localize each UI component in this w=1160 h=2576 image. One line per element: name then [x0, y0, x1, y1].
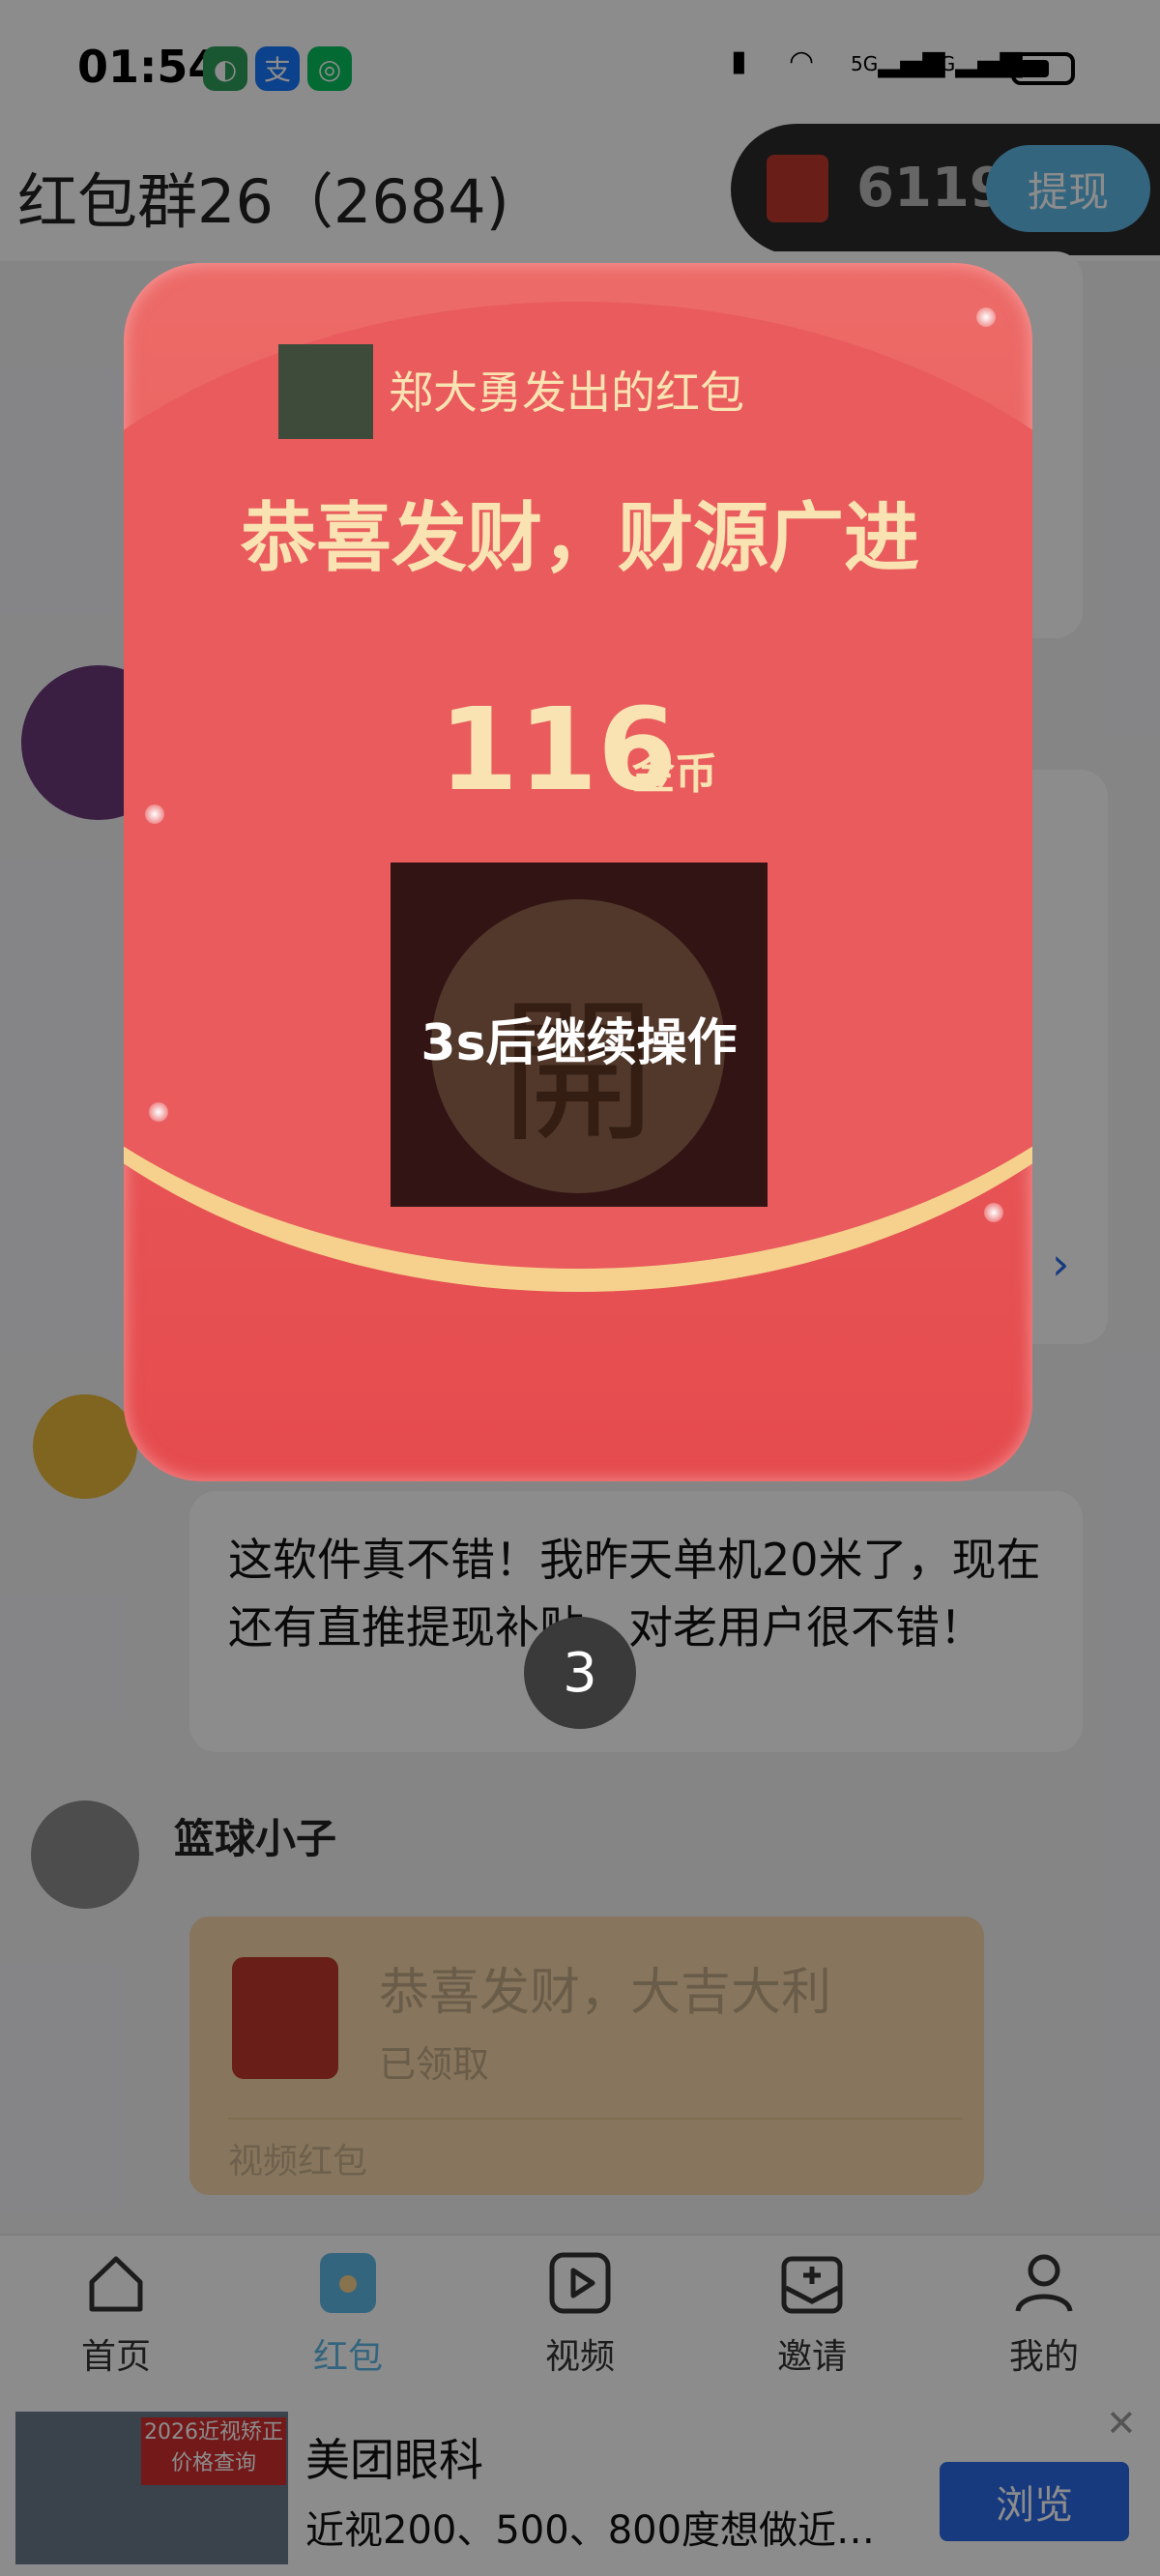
sparkle-icon — [976, 307, 996, 327]
packet-wish: 恭喜发财，财源广进 — [240, 495, 919, 582]
countdown-badge: 3 — [524, 1617, 636, 1729]
sparkle-icon — [149, 1102, 168, 1122]
sender-avatar — [278, 344, 373, 439]
sparkle-icon — [984, 1203, 1003, 1222]
packet-unit: 金币 — [632, 749, 717, 799]
sparkle-icon — [145, 805, 164, 824]
wait-message: 3s后继续操作 — [420, 1014, 738, 1072]
sender-label: 郑大勇发出的红包 — [389, 366, 744, 419]
